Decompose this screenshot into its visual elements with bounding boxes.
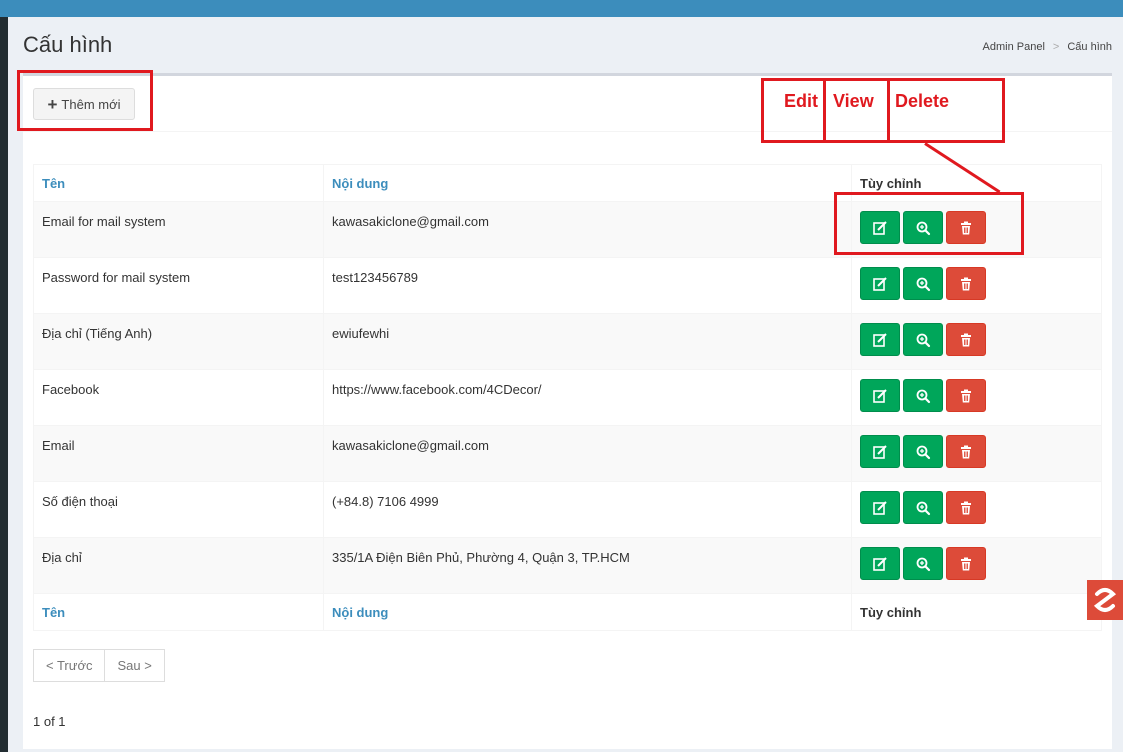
footer-header-content[interactable]: Nội dung — [323, 593, 852, 631]
table-row: Địa chỉ (Tiếng Anh) ewiufewhi — [33, 313, 1102, 370]
annotation-label-delete: Delete — [895, 91, 950, 111]
row-value: kawasakiclone@gmail.com — [323, 201, 852, 258]
row-name: Địa chỉ — [33, 537, 324, 594]
row-actions — [851, 425, 1102, 482]
view-button[interactable] — [903, 379, 943, 412]
row-name: Password for mail system — [33, 257, 324, 314]
annotation-box-actions — [834, 192, 1024, 255]
trash-icon — [961, 389, 971, 402]
view-button[interactable] — [903, 323, 943, 356]
edit-button[interactable] — [860, 323, 900, 356]
table-footer-row: Tên Nội dung Tùy chỉnh — [33, 593, 1102, 631]
edit-button[interactable] — [860, 379, 900, 412]
zoom-icon — [916, 501, 931, 515]
config-box: + Thêm mới Tên Nội dung Tùy chỉnh Email … — [23, 73, 1112, 749]
row-name: Email for mail system — [33, 201, 324, 258]
table-row: Password for mail system test123456789 — [33, 257, 1102, 314]
row-value: 335/1A Điện Biên Phủ, Phường 4, Quận 3, … — [323, 537, 852, 594]
delete-button[interactable] — [946, 491, 986, 524]
view-button[interactable] — [903, 491, 943, 524]
edit-button[interactable] — [860, 491, 900, 524]
row-actions — [851, 537, 1102, 594]
zoom-icon — [916, 277, 931, 291]
trash-icon — [961, 333, 971, 346]
delete-button[interactable] — [946, 435, 986, 468]
column-header-name[interactable]: Tên — [33, 164, 324, 202]
row-actions — [851, 369, 1102, 426]
row-value: kawasakiclone@gmail.com — [323, 425, 852, 482]
trash-icon — [961, 557, 971, 570]
edit-icon — [873, 556, 887, 571]
edit-icon — [873, 500, 887, 515]
delete-button[interactable] — [946, 267, 986, 300]
edit-icon — [873, 388, 887, 403]
trash-icon — [961, 501, 971, 514]
breadcrumb: Admin Panel > Cấu hình — [983, 41, 1112, 53]
floating-badge-icon[interactable] — [1087, 580, 1123, 620]
footer-header-actions: Tùy chỉnh — [851, 593, 1102, 631]
zoom-icon — [916, 389, 931, 403]
annotation-label-view: View — [833, 91, 874, 111]
edit-button[interactable] — [860, 267, 900, 300]
delete-button[interactable] — [946, 547, 986, 580]
edit-icon — [873, 444, 887, 459]
annotation-label-edit: Edit — [784, 91, 818, 111]
zoom-icon — [916, 557, 931, 571]
column-header-content[interactable]: Nội dung — [323, 164, 852, 202]
view-button[interactable] — [903, 267, 943, 300]
row-name: Email — [33, 425, 324, 482]
pagination: < Trước Sau > — [33, 649, 165, 682]
breadcrumb-current: Cấu hình — [1067, 41, 1112, 53]
next-page-button[interactable]: Sau > — [105, 649, 165, 682]
delete-button[interactable] — [946, 379, 986, 412]
annotation-box-add — [17, 70, 153, 131]
prev-page-button[interactable]: < Trước — [33, 649, 106, 682]
zoom-icon — [916, 333, 931, 347]
row-actions — [851, 481, 1102, 538]
row-value: https://www.facebook.com/4CDecor/ — [323, 369, 852, 426]
table-row: Email kawasakiclone@gmail.com — [33, 425, 1102, 482]
row-actions — [851, 313, 1102, 370]
breadcrumb-separator: > — [1052, 41, 1060, 53]
row-name: Địa chỉ (Tiếng Anh) — [33, 313, 324, 370]
breadcrumb-root[interactable]: Admin Panel — [983, 41, 1045, 53]
page-info: 1 of 1 — [33, 714, 66, 729]
row-name: Facebook — [33, 369, 324, 426]
table-row: Số điện thoại (+84.8) 7106 4999 — [33, 481, 1102, 538]
view-button[interactable] — [903, 547, 943, 580]
trash-icon — [961, 445, 971, 458]
edit-button[interactable] — [860, 547, 900, 580]
view-button[interactable] — [903, 435, 943, 468]
top-navbar — [0, 0, 1123, 17]
row-name: Số điện thoại — [33, 481, 324, 538]
edit-icon — [873, 276, 887, 291]
sidebar-edge — [0, 17, 8, 752]
delete-button[interactable] — [946, 323, 986, 356]
edit-button[interactable] — [860, 435, 900, 468]
zoom-icon — [916, 445, 931, 459]
row-actions — [851, 257, 1102, 314]
table-body: Email for mail system kawasakiclone@gmai… — [33, 201, 1102, 594]
row-value: ewiufewhi — [323, 313, 852, 370]
page-title: Cấu hình — [23, 32, 113, 57]
table-row: Facebook https://www.facebook.com/4CDeco… — [33, 369, 1102, 426]
row-value: test123456789 — [323, 257, 852, 314]
trash-icon — [961, 277, 971, 290]
table-row: Địa chỉ 335/1A Điện Biên Phủ, Phường 4, … — [33, 537, 1102, 594]
row-value: (+84.8) 7106 4999 — [323, 481, 852, 538]
edit-icon — [873, 332, 887, 347]
footer-header-name[interactable]: Tên — [33, 593, 324, 631]
